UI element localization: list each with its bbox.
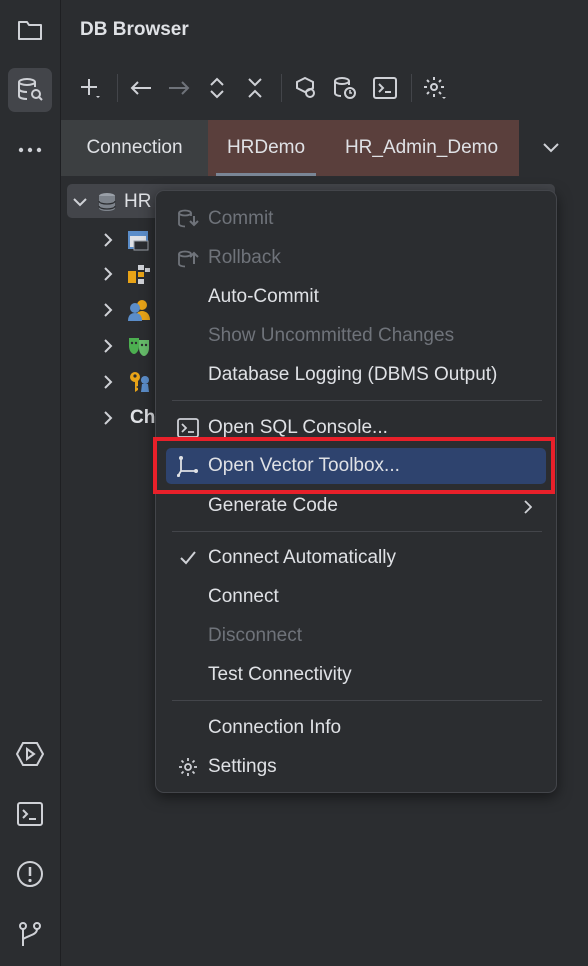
menu-item-connect[interactable]: Connect bbox=[156, 579, 556, 615]
menu-item-label: Generate Code bbox=[208, 495, 338, 516]
rollback-icon bbox=[176, 248, 200, 268]
back-arrow-icon[interactable] bbox=[123, 68, 159, 108]
tree-node-hr[interactable]: HR bbox=[73, 184, 151, 220]
sql-console-icon bbox=[176, 418, 200, 438]
chevron-down-icon[interactable] bbox=[73, 195, 87, 209]
project-folder-icon[interactable] bbox=[8, 8, 52, 52]
chevron-right-icon[interactable] bbox=[101, 339, 115, 353]
menu-item-rollback[interactable]: Rollback bbox=[156, 240, 556, 276]
commit-icon bbox=[176, 209, 200, 229]
tree-node-users[interactable] bbox=[101, 292, 151, 328]
tree-node-label: Ch bbox=[130, 407, 156, 428]
menu-item-label: Auto-Commit bbox=[208, 286, 319, 307]
expand-all-icon[interactable] bbox=[199, 68, 235, 108]
tree-node-consoles[interactable] bbox=[101, 222, 149, 258]
menu-separator bbox=[172, 400, 542, 401]
console-icon bbox=[127, 229, 149, 251]
tree-node-label: HR bbox=[124, 191, 152, 212]
chevron-right-icon[interactable] bbox=[101, 303, 115, 317]
chevron-right-icon[interactable] bbox=[101, 233, 115, 247]
tree-node-charsets[interactable]: Ch bbox=[101, 400, 155, 436]
database-icon bbox=[97, 192, 117, 212]
menu-item-label: Disconnect bbox=[208, 625, 302, 646]
db-history-icon[interactable] bbox=[327, 68, 363, 108]
terminal-icon[interactable] bbox=[8, 792, 52, 836]
settings-gear-icon[interactable] bbox=[417, 68, 453, 108]
forward-arrow-icon[interactable] bbox=[161, 68, 197, 108]
menu-item-connection-info[interactable]: Connection Info bbox=[156, 710, 556, 746]
problems-icon[interactable] bbox=[8, 852, 52, 896]
menu-item-label: Test Connectivity bbox=[208, 664, 352, 685]
chevron-right-icon[interactable] bbox=[101, 267, 115, 281]
tab-hr-admin-demo[interactable]: HR_Admin_Demo bbox=[324, 120, 519, 176]
tab-hrdemo[interactable]: HRDemo bbox=[208, 120, 324, 176]
db-browser-icon[interactable] bbox=[8, 68, 52, 112]
tool-window-strip bbox=[0, 0, 61, 966]
menu-item-label: Database Logging (DBMS Output) bbox=[208, 364, 498, 385]
menu-separator bbox=[172, 531, 542, 532]
services-icon[interactable] bbox=[8, 732, 52, 776]
collapse-all-icon[interactable] bbox=[237, 68, 273, 108]
menu-item-auto-commit[interactable]: Auto-Commit bbox=[156, 279, 556, 315]
menu-item-label: Show Uncommitted Changes bbox=[208, 325, 455, 346]
menu-item-show-uncommitted-changes[interactable]: Show Uncommitted Changes bbox=[156, 318, 556, 354]
chevron-right-icon[interactable] bbox=[101, 411, 115, 425]
panel-title: DB Browser bbox=[80, 19, 189, 40]
tab-label: HRDemo bbox=[226, 137, 306, 158]
tab-label: HR_Admin_Demo bbox=[344, 137, 499, 158]
menu-item-connect-automatically[interactable]: Connect Automatically bbox=[156, 540, 556, 576]
menu-item-label: Settings bbox=[208, 756, 277, 777]
tree-node-roles[interactable] bbox=[101, 328, 153, 364]
tab-connection[interactable]: Connection bbox=[61, 120, 208, 176]
add-connection-icon[interactable] bbox=[73, 68, 109, 108]
gear-icon bbox=[176, 757, 200, 777]
tab-label: Connection bbox=[86, 137, 183, 158]
menu-item-database-logging[interactable]: Database Logging (DBMS Output) bbox=[156, 357, 556, 393]
submenu-chevron-right-icon bbox=[524, 498, 533, 520]
privileges-key-icon bbox=[127, 370, 153, 394]
menu-item-label: Rollback bbox=[208, 247, 281, 268]
git-branch-icon[interactable] bbox=[8, 912, 52, 956]
highlight-annotation-box bbox=[153, 437, 555, 494]
menu-item-commit[interactable]: Commit bbox=[156, 201, 556, 237]
roles-masks-icon bbox=[127, 335, 153, 357]
menu-item-label: Connection Info bbox=[208, 717, 342, 738]
tree-node-privileges[interactable] bbox=[101, 364, 153, 400]
connection-tabs: Connection HRDemo HR_Admin_Demo bbox=[61, 120, 588, 176]
menu-item-test-connectivity[interactable]: Test Connectivity bbox=[156, 657, 556, 693]
menu-item-label: Connect bbox=[208, 586, 279, 607]
menu-item-disconnect[interactable]: Disconnect bbox=[156, 618, 556, 654]
menu-item-settings[interactable]: Settings bbox=[156, 749, 556, 785]
menu-separator bbox=[172, 700, 542, 701]
active-tab-indicator bbox=[216, 173, 316, 176]
chevron-right-icon[interactable] bbox=[101, 375, 115, 389]
checkmark-icon bbox=[176, 548, 200, 568]
menu-item-label: Open SQL Console... bbox=[208, 417, 388, 438]
menu-item-label: Commit bbox=[208, 208, 274, 229]
object-filter-icon[interactable] bbox=[287, 68, 323, 108]
tree-node-schemas[interactable] bbox=[101, 256, 151, 292]
schema-icon bbox=[127, 263, 151, 285]
more-tools-icon[interactable] bbox=[8, 128, 52, 172]
users-icon bbox=[127, 299, 151, 321]
toolbar bbox=[71, 68, 581, 108]
tabs-dropdown-chevron-icon[interactable] bbox=[536, 120, 566, 176]
menu-item-label: Connect Automatically bbox=[208, 547, 396, 568]
sql-console-icon[interactable] bbox=[367, 68, 403, 108]
